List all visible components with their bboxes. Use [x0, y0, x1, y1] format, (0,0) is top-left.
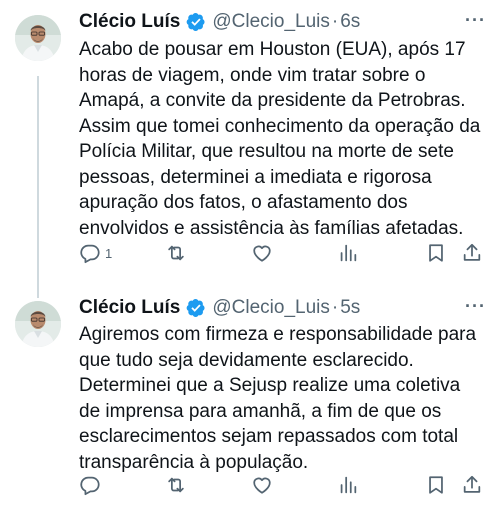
tweet-text-line: que tudo seja devidamente esclarecido. — [79, 349, 414, 371]
tweet[interactable]: Clécio Luís @Clecio_Luis · 5s ··· Agirem… — [0, 290, 500, 512]
tweet-timestamp[interactable]: 6s — [340, 11, 360, 33]
tweet-text-line: Determinei que a Sejusp realize uma cole… — [79, 375, 461, 396]
views-button[interactable] — [337, 242, 363, 264]
avatar-photo — [15, 15, 61, 61]
separator-dot: · — [331, 11, 339, 32]
heart-icon — [253, 245, 271, 262]
author-name[interactable]: Clécio Luís — [79, 11, 180, 33]
tweet-header: Clécio Luís @Clecio_Luis · 6s — [79, 10, 360, 34]
retweet-icon — [168, 477, 184, 493]
bookmark-button[interactable] — [425, 242, 447, 264]
tweet-actions: 1 — [79, 242, 489, 268]
bookmark-button[interactable] — [425, 474, 447, 496]
like-button[interactable] — [251, 474, 277, 496]
tweet-text-line: Acabo de pousar em Houston (EUA), após 1… — [79, 39, 466, 60]
tweet-text-line: pessoas, determinei a imediata e rigoros… — [79, 166, 432, 188]
tweet-timestamp[interactable]: 5s — [340, 297, 360, 319]
reply-icon — [80, 476, 100, 496]
tweet[interactable]: Clécio Luís @Clecio_Luis · 6s ··· Acabo … — [0, 0, 500, 290]
retweet-button[interactable] — [165, 242, 191, 264]
retweet-icon — [168, 245, 184, 261]
tweet-text-line: de imprensa para amanhã, a fim de que os — [79, 400, 442, 422]
tweet-text-line: apuração dos fatos, o afastamento dos — [79, 192, 408, 213]
share-button[interactable] — [461, 474, 483, 496]
avatar[interactable] — [15, 15, 61, 61]
author-name[interactable]: Clécio Luís — [79, 297, 180, 319]
author-handle[interactable]: @Clecio_Luis — [212, 297, 330, 319]
reply-button[interactable]: 1 — [79, 242, 112, 264]
tweet-text-line: horas de viagem, onde vim tratar sobre o — [79, 64, 426, 86]
retweet-button[interactable] — [165, 474, 191, 496]
avatar-photo — [15, 301, 61, 347]
analytics-icon — [340, 476, 357, 494]
reply-button[interactable] — [79, 474, 105, 496]
analytics-icon — [340, 244, 357, 262]
tweet-text-line: Polícia Militar, que resultou na morte d… — [79, 141, 454, 162]
tweet-text-line: envolvidos e assistência às famílias afe… — [79, 217, 464, 239]
like-button[interactable] — [251, 242, 277, 264]
tweet-text-line: transparência à população. — [79, 451, 309, 473]
views-button[interactable] — [337, 474, 363, 496]
share-icon — [463, 243, 481, 261]
tweet-text: Agiremos com firmeza e responsabilidade … — [79, 322, 494, 475]
bookmark-icon — [429, 476, 443, 494]
share-button[interactable] — [461, 242, 483, 264]
tweet-text-line: esclarecimentos sejam repassados com tot… — [79, 426, 459, 447]
tweet-text-line: Assim que tomei conhecimento da operação… — [79, 115, 481, 137]
more-options-icon[interactable]: ··· — [465, 296, 486, 317]
share-icon — [463, 475, 481, 493]
avatar[interactable] — [15, 301, 61, 347]
tweet-text-line: Amapá, a convite da presidente da Petrob… — [79, 90, 466, 111]
author-handle[interactable]: @Clecio_Luis — [212, 11, 330, 33]
tweet-actions — [79, 474, 489, 500]
tweet-text: Acabo de pousar em Houston (EUA), após 1… — [79, 37, 494, 241]
reply-count: 1 — [105, 245, 113, 261]
bookmark-icon — [429, 244, 443, 262]
separator-dot: · — [331, 297, 339, 318]
tweet-text-line: Agiremos com firmeza e responsabilidade … — [79, 324, 477, 345]
verified-badge-icon — [186, 12, 206, 32]
more-options-icon[interactable]: ··· — [465, 10, 486, 31]
tweet-header: Clécio Luís @Clecio_Luis · 5s — [79, 296, 360, 320]
verified-badge-icon — [186, 298, 206, 318]
heart-icon — [253, 477, 271, 494]
reply-icon — [80, 244, 100, 264]
